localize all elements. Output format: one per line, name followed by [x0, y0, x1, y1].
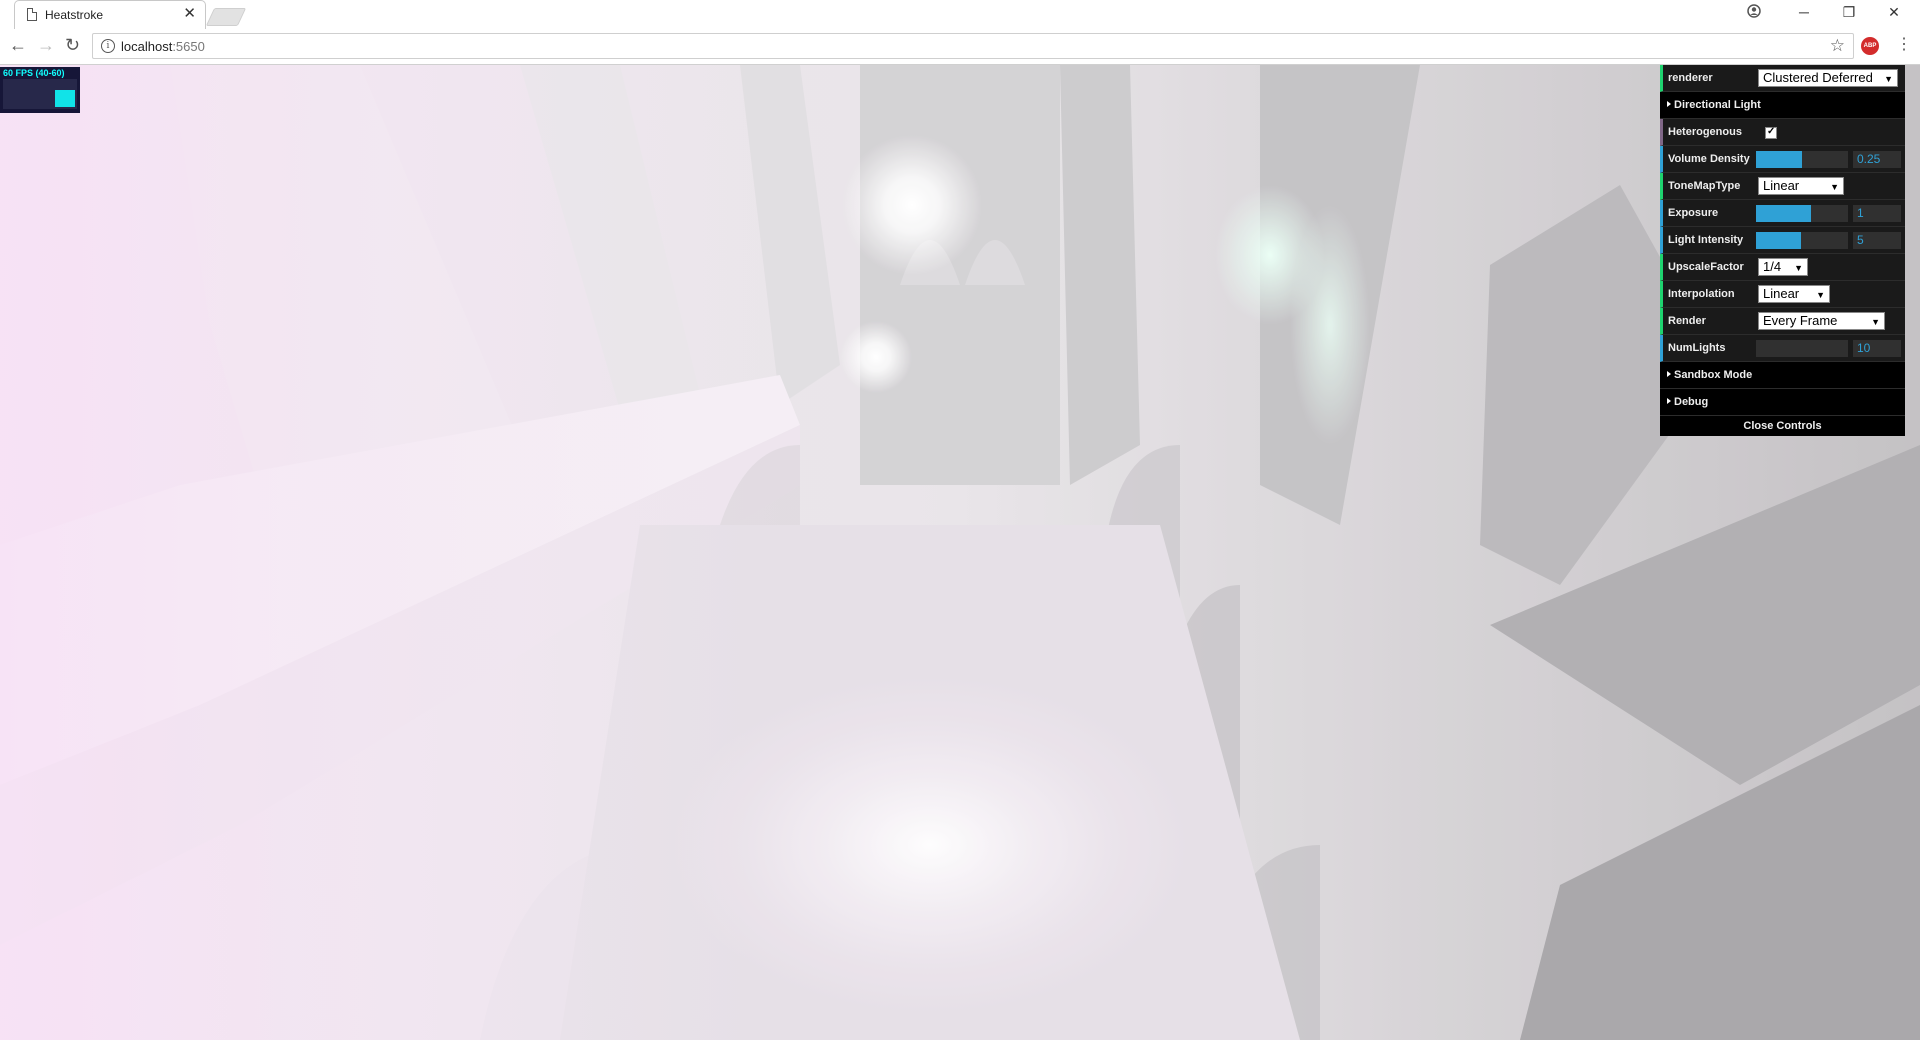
browser-tab-strip: Heatstroke ✕ ─ ❐ ✕ [0, 0, 1920, 29]
tab-close-icon[interactable]: ✕ [183, 6, 196, 21]
heterogenous-checkbox[interactable]: ✓ [1765, 126, 1777, 139]
exposure-slider-fill [1756, 205, 1811, 222]
url-host: localhost [121, 39, 173, 54]
volume-density-label: Volume Density [1668, 153, 1750, 165]
new-tab-button[interactable] [205, 8, 247, 26]
renderer-label: renderer [1668, 72, 1713, 84]
checkmark-icon: ✓ [1767, 126, 1776, 137]
info-icon[interactable]: i [101, 39, 115, 53]
interpolation-label: Interpolation [1668, 288, 1735, 300]
render-value: Every Frame [1763, 313, 1838, 328]
url-text: localhost:5650 [121, 39, 205, 54]
renderer-row: renderer Clustered Deferred ▼ [1660, 65, 1905, 92]
close-window-button[interactable]: ✕ [1874, 4, 1914, 21]
tonemap-select[interactable]: Linear ▼ [1758, 177, 1844, 195]
chevron-down-icon: ▼ [1794, 263, 1803, 273]
scene-render [0, 65, 1920, 1040]
num-lights-input[interactable]: 10 [1853, 340, 1901, 357]
minimize-button[interactable]: ─ [1784, 4, 1824, 20]
render-canvas[interactable] [0, 65, 1920, 1040]
chevron-down-icon: ▼ [1830, 182, 1839, 192]
adblock-icon[interactable]: ABP [1861, 37, 1879, 55]
folder-directional-light[interactable]: Directional Light [1660, 92, 1905, 119]
heterogenous-label: Heterogenous [1668, 126, 1742, 138]
folder-directional-light-label: Directional Light [1674, 99, 1761, 111]
volume-density-slider[interactable] [1756, 151, 1848, 168]
interpolation-select[interactable]: Linear ▼ [1758, 285, 1830, 303]
tonemap-row: ToneMapType Linear ▼ [1660, 173, 1905, 200]
renderer-select[interactable]: Clustered Deferred ▼ [1758, 69, 1898, 87]
fps-label: 60 FPS (40-60) [3, 68, 65, 78]
fps-graph [3, 79, 77, 109]
volume-density-input[interactable]: 0.25 [1853, 151, 1901, 168]
render-label: Render [1668, 315, 1706, 327]
triangle-right-icon [1667, 371, 1671, 377]
chevron-down-icon: ▼ [1884, 74, 1893, 84]
folder-sandbox-mode[interactable]: Sandbox Mode [1660, 362, 1905, 389]
heterogenous-row: Heterogenous ✓ [1660, 119, 1905, 146]
exposure-label: Exposure [1668, 207, 1719, 219]
upscale-row: UpscaleFactor 1/4 ▼ [1660, 254, 1905, 281]
chevron-down-icon: ▼ [1871, 317, 1880, 327]
render-row: Render Every Frame ▼ [1660, 308, 1905, 335]
num-lights-slider[interactable] [1756, 340, 1848, 357]
interpolation-row: Interpolation Linear ▼ [1660, 281, 1905, 308]
tonemap-label: ToneMapType [1668, 180, 1741, 192]
browser-menu-icon[interactable]: ⋮ [1896, 37, 1912, 53]
browser-tab[interactable]: Heatstroke ✕ [14, 0, 206, 29]
reload-icon[interactable]: ↻ [65, 36, 80, 54]
render-select[interactable]: Every Frame ▼ [1758, 312, 1885, 330]
upscale-label: UpscaleFactor [1668, 261, 1744, 273]
page-icon [27, 8, 37, 21]
fps-meter[interactable]: 60 FPS (40-60) [0, 67, 80, 113]
folder-debug-label: Debug [1674, 396, 1709, 408]
close-controls-button[interactable]: Close Controls [1660, 416, 1905, 436]
volume-density-slider-fill [1756, 151, 1802, 168]
restore-button[interactable]: ❐ [1829, 4, 1869, 21]
folder-sandbox-mode-label: Sandbox Mode [1674, 369, 1753, 381]
volume-density-row: Volume Density 0.25 [1660, 146, 1905, 173]
fps-graph-bar [55, 90, 75, 107]
light-intensity-input[interactable]: 5 [1853, 232, 1901, 249]
num-lights-row: NumLights 10 [1660, 335, 1905, 362]
profile-icon[interactable] [1734, 4, 1774, 21]
url-port: :5650 [172, 39, 205, 54]
folder-debug[interactable]: Debug [1660, 389, 1905, 416]
exposure-row: Exposure 1 [1660, 200, 1905, 227]
triangle-right-icon [1667, 398, 1671, 404]
num-lights-label: NumLights [1668, 342, 1726, 354]
chevron-down-icon: ▼ [1816, 290, 1825, 300]
exposure-input[interactable]: 1 [1853, 205, 1901, 222]
light-intensity-slider[interactable] [1756, 232, 1848, 249]
forward-arrow-icon[interactable]: → [37, 36, 55, 54]
upscale-value: 1/4 [1763, 259, 1782, 274]
tonemap-value: Linear [1763, 178, 1800, 193]
controls-panel: renderer Clustered Deferred ▼ Directiona… [1660, 65, 1905, 436]
tab-title: Heatstroke [45, 8, 104, 22]
triangle-right-icon [1667, 101, 1671, 107]
back-arrow-icon[interactable]: ← [9, 36, 27, 54]
interpolation-value: Linear [1763, 286, 1800, 301]
light-intensity-label: Light Intensity [1668, 234, 1744, 246]
browser-toolbar: ← → ↻ i localhost:5650 ☆ ABP ⋮ [0, 29, 1920, 65]
bookmark-star-icon[interactable]: ☆ [1830, 36, 1845, 56]
address-bar[interactable]: i localhost:5650 ☆ [92, 33, 1854, 59]
exposure-slider[interactable] [1756, 205, 1848, 222]
upscale-select[interactable]: 1/4 ▼ [1758, 258, 1808, 276]
light-intensity-row: Light Intensity 5 [1660, 227, 1905, 254]
renderer-value: Clustered Deferred [1763, 70, 1873, 85]
light-intensity-slider-fill [1756, 232, 1801, 249]
